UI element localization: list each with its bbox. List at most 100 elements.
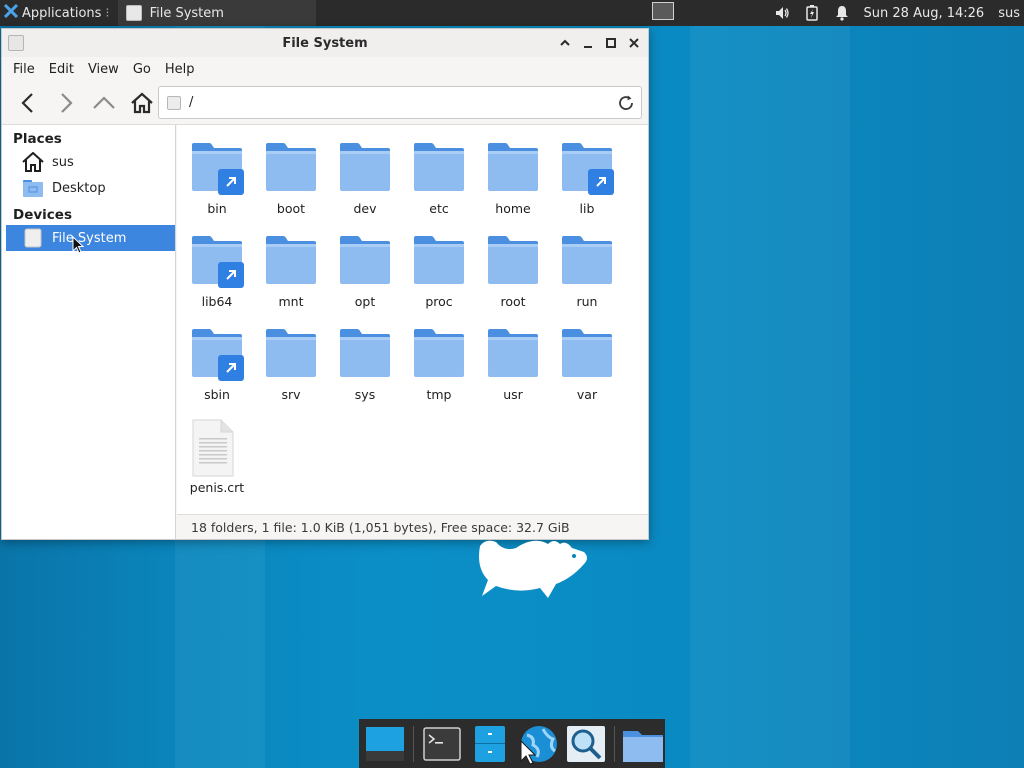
folder-item[interactable]: boot bbox=[254, 131, 328, 224]
user-menu[interactable]: sus bbox=[998, 6, 1020, 21]
workspace-switcher[interactable] bbox=[652, 2, 674, 20]
dock-separator bbox=[614, 725, 615, 762]
folder-item[interactable]: var bbox=[550, 317, 624, 410]
battery-icon[interactable] bbox=[804, 5, 820, 21]
back-button[interactable] bbox=[10, 86, 46, 120]
notification-bell-icon[interactable] bbox=[834, 5, 850, 21]
folder-icon bbox=[189, 139, 245, 195]
folder-icon bbox=[559, 139, 615, 195]
folder-icon bbox=[559, 325, 615, 381]
clock[interactable]: Sun 28 Aug, 14:26 bbox=[864, 6, 985, 21]
item-label: var bbox=[576, 387, 598, 402]
home-icon bbox=[22, 151, 44, 173]
folder-item[interactable]: bin bbox=[180, 131, 254, 224]
item-label: tmp bbox=[426, 387, 452, 402]
item-label: penis.crt bbox=[189, 480, 245, 495]
folder-item[interactable]: run bbox=[550, 224, 624, 317]
panel-separator: ⁝ bbox=[105, 5, 110, 21]
shade-button[interactable] bbox=[556, 33, 573, 53]
folder-item[interactable]: root bbox=[476, 224, 550, 317]
menu-view[interactable]: View bbox=[81, 62, 126, 77]
symlink-arrow-icon bbox=[218, 262, 244, 288]
close-button[interactable] bbox=[625, 33, 642, 53]
item-label: sbin bbox=[204, 387, 230, 402]
folder-item[interactable]: usr bbox=[476, 317, 550, 410]
item-label: home bbox=[495, 201, 531, 216]
drive-icon bbox=[22, 227, 44, 249]
system-tray: Sun 28 Aug, 14:26 sus bbox=[774, 0, 1024, 26]
item-label: root bbox=[500, 294, 526, 309]
places-heading: Places bbox=[13, 131, 62, 147]
folder-icon bbox=[189, 232, 245, 288]
folder-item[interactable]: tmp bbox=[402, 317, 476, 410]
sidebar-item-file-system[interactable]: File System bbox=[6, 225, 175, 251]
folder-icon bbox=[263, 139, 319, 195]
file-manager-window: File System File Edit View Go Help / Pla… bbox=[1, 28, 649, 540]
folder-icon bbox=[189, 325, 245, 381]
file-manager-icon[interactable] bbox=[468, 722, 512, 766]
minimize-button[interactable] bbox=[579, 33, 596, 53]
item-label: lib bbox=[579, 201, 595, 216]
folder-icon bbox=[485, 232, 541, 288]
forward-button[interactable] bbox=[48, 86, 84, 120]
window-titlebar[interactable]: File System bbox=[2, 29, 648, 57]
folder-item[interactable]: lib64 bbox=[180, 224, 254, 317]
devices-heading: Devices bbox=[13, 207, 72, 223]
folder-item[interactable]: home bbox=[476, 131, 550, 224]
folder-item[interactable]: sys bbox=[328, 317, 402, 410]
location-bar[interactable]: / bbox=[158, 86, 642, 119]
folder-item[interactable]: srv bbox=[254, 317, 328, 410]
item-label: opt bbox=[354, 294, 376, 309]
menu-bar: File Edit View Go Help bbox=[2, 57, 648, 81]
file-item[interactable]: penis.crt bbox=[180, 410, 254, 503]
item-label: run bbox=[576, 294, 598, 309]
xfce-logo-icon bbox=[3, 3, 19, 22]
sidebar-item-desktop[interactable]: Desktop bbox=[2, 175, 175, 201]
sidebar-item-home[interactable]: sus bbox=[2, 149, 175, 175]
menu-file[interactable]: File bbox=[6, 62, 42, 77]
app-finder-icon[interactable] bbox=[564, 722, 608, 766]
show-desktop-button[interactable] bbox=[363, 722, 407, 766]
folder-item[interactable]: opt bbox=[328, 224, 402, 317]
desktop-folder-icon bbox=[22, 177, 44, 199]
up-button[interactable] bbox=[86, 86, 122, 120]
folder-item[interactable]: etc bbox=[402, 131, 476, 224]
taskbar-file-system-button[interactable]: File System bbox=[117, 0, 316, 26]
dock bbox=[359, 719, 665, 768]
sidebar-item-label: sus bbox=[52, 154, 74, 170]
symlink-arrow-icon bbox=[588, 169, 614, 195]
item-label: etc bbox=[429, 201, 449, 216]
desktop-background bbox=[690, 26, 850, 768]
drive-icon bbox=[8, 35, 24, 51]
folder-icon bbox=[411, 325, 467, 381]
folder-item[interactable]: lib bbox=[550, 131, 624, 224]
item-label: sys bbox=[354, 387, 376, 402]
item-label: boot bbox=[276, 201, 306, 216]
menu-help[interactable]: Help bbox=[158, 62, 202, 77]
volume-icon[interactable] bbox=[774, 5, 790, 21]
web-browser-icon[interactable] bbox=[516, 722, 560, 766]
folder-icon bbox=[337, 139, 393, 195]
window-title: File System bbox=[282, 35, 368, 51]
folder-item[interactable]: mnt bbox=[254, 224, 328, 317]
folder-item[interactable]: sbin bbox=[180, 317, 254, 410]
folder-item[interactable]: proc bbox=[402, 224, 476, 317]
sidebar: Places sus Desktop Devices File System bbox=[2, 125, 176, 539]
folder-icon bbox=[485, 139, 541, 195]
xfce-mouse-logo-icon bbox=[474, 538, 592, 604]
folder-icon bbox=[263, 232, 319, 288]
sidebar-item-label: File System bbox=[52, 230, 127, 246]
menu-edit[interactable]: Edit bbox=[42, 62, 81, 77]
file-view: bin boot dev etc home lib lib64 mnt opt … bbox=[177, 125, 648, 514]
applications-label: Applications bbox=[22, 5, 102, 21]
home-button[interactable] bbox=[124, 86, 160, 120]
applications-menu-button[interactable]: Applications ⁝ bbox=[0, 0, 118, 26]
menu-go[interactable]: Go bbox=[126, 62, 158, 77]
maximize-button[interactable] bbox=[602, 33, 619, 53]
drive-icon bbox=[167, 95, 181, 110]
reload-icon[interactable] bbox=[617, 94, 635, 116]
folder-icon[interactable] bbox=[621, 722, 665, 766]
document-icon bbox=[189, 418, 245, 477]
folder-item[interactable]: dev bbox=[328, 131, 402, 224]
terminal-icon[interactable] bbox=[420, 722, 464, 766]
